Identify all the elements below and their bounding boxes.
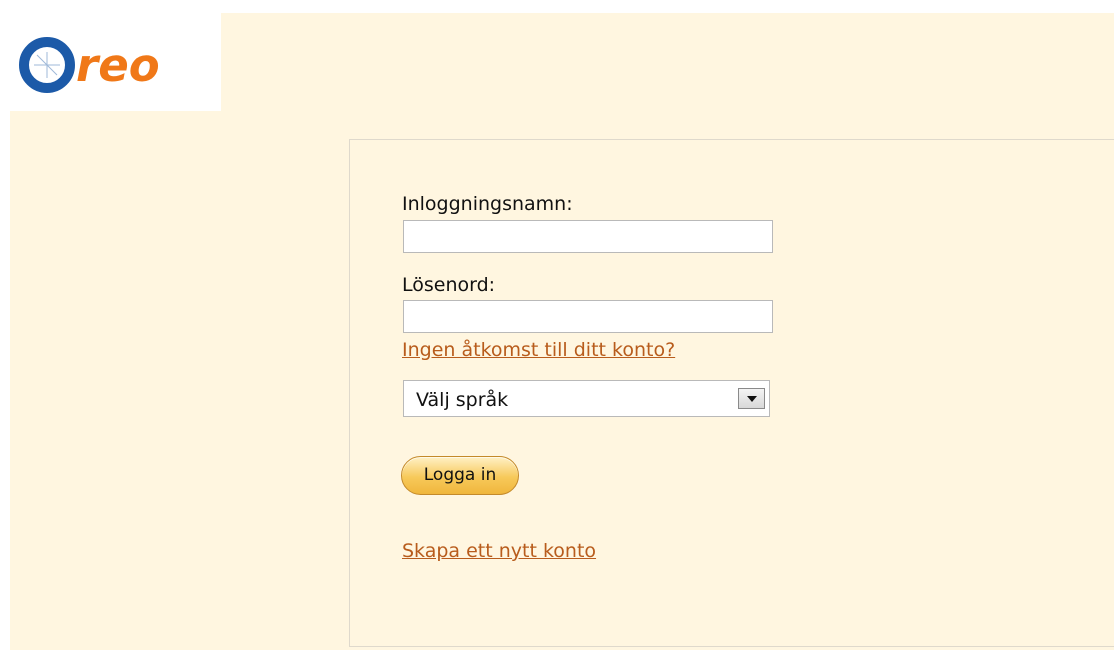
username-label: Inloggningsnamn: [402,193,573,215]
forgot-account-link[interactable]: Ingen åtkomst till ditt konto? [402,339,675,361]
language-select-value: Välj språk [416,389,509,411]
dropdown-arrow-button[interactable] [738,388,765,409]
logo-text: reo [76,39,160,92]
password-label: Lösenord: [402,274,496,296]
password-input[interactable] [403,300,773,333]
oreo-logo: reo [19,37,160,93]
username-input[interactable] [403,220,773,253]
login-button[interactable]: Logga in [401,456,519,495]
chevron-down-icon [747,396,757,402]
create-account-link[interactable]: Skapa ett nytt konto [402,540,596,562]
language-select[interactable]: Välj språk [403,380,770,417]
